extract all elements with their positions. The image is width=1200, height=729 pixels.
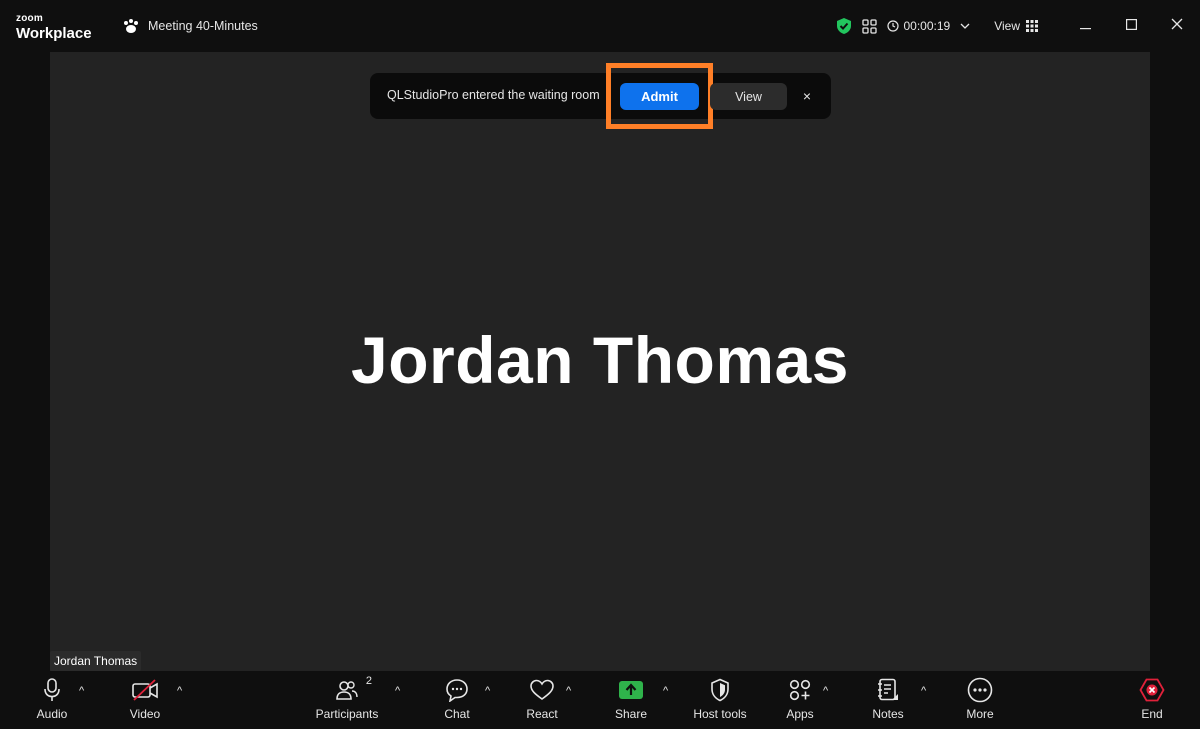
apps-label: Apps	[786, 707, 814, 721]
notes-icon	[877, 678, 899, 707]
apps-button[interactable]: Apps	[780, 679, 820, 727]
view-waiting-room-button[interactable]: View	[710, 83, 787, 110]
more-button[interactable]: More	[960, 677, 1000, 727]
chat-icon	[445, 678, 469, 707]
end-icon	[1139, 678, 1165, 707]
close-notification-button[interactable]: ×	[796, 85, 818, 107]
video-stage: Jordan Thomas	[50, 52, 1150, 671]
clock-icon	[887, 20, 900, 32]
close-icon	[1171, 17, 1183, 35]
participant-display-name: Jordan Thomas	[351, 323, 849, 397]
chat-button[interactable]: Chat	[440, 678, 474, 727]
security-shield-icon[interactable]	[836, 17, 852, 35]
more-label: More	[966, 707, 994, 721]
share-label: Share	[614, 707, 648, 721]
react-options-caret[interactable]: ^	[566, 685, 571, 697]
view-layout-label: View	[994, 19, 1020, 33]
audio-button[interactable]: Audio	[32, 677, 72, 727]
minimize-button[interactable]	[1062, 0, 1108, 52]
participants-options-caret[interactable]: ^	[395, 685, 400, 697]
more-icon	[967, 677, 993, 708]
notes-button[interactable]: Notes	[868, 678, 908, 727]
participants-icon	[336, 680, 358, 705]
heart-icon	[529, 679, 555, 706]
microphone-icon	[43, 677, 61, 707]
admit-highlight-box	[606, 63, 713, 129]
participants-button[interactable]: 2 Participants	[314, 675, 380, 727]
logo-text-top: zoom	[16, 13, 43, 24]
chat-options-caret[interactable]: ^	[485, 685, 490, 697]
video-options-caret[interactable]: ^	[177, 685, 182, 697]
react-button[interactable]: React	[523, 679, 561, 727]
title-bar: zoom Workplace Meeting 40-Minutes 00:00:…	[0, 0, 1200, 52]
participants-count: 2	[365, 675, 372, 687]
meeting-toolbar: Audio ^ Video ^ 2 Participants ^ Chat ^ …	[0, 671, 1200, 729]
meeting-grid-icon[interactable]	[862, 18, 878, 34]
share-options-caret[interactable]: ^	[663, 685, 668, 697]
host-tools-label: Host tools	[693, 707, 747, 721]
meeting-paw-icon	[122, 18, 140, 34]
logo-text-bottom: Workplace	[16, 25, 92, 42]
react-label: React	[526, 707, 558, 721]
waiting-room-notification: QLStudioPro entered the waiting room Adm…	[370, 63, 831, 129]
audio-options-caret[interactable]: ^	[79, 685, 84, 697]
minimize-icon	[1079, 17, 1091, 35]
end-label: End	[1141, 707, 1163, 721]
audio-label: Audio	[36, 707, 68, 721]
meeting-info[interactable]: Meeting 40-Minutes	[122, 18, 258, 34]
video-off-icon	[131, 678, 159, 706]
meeting-timer[interactable]: 00:00:19	[887, 19, 970, 33]
notes-options-caret[interactable]: ^	[921, 685, 926, 697]
meeting-title: Meeting 40-Minutes	[148, 19, 258, 33]
share-button[interactable]: Share	[612, 679, 650, 727]
host-tools-shield-icon	[710, 678, 730, 707]
grid-view-icon	[1026, 20, 1038, 32]
share-screen-icon	[618, 679, 644, 706]
chevron-down-icon	[960, 23, 970, 29]
host-tools-button[interactable]: Host tools	[690, 678, 750, 727]
close-window-button[interactable]	[1154, 0, 1200, 52]
notification-message: QLStudioPro entered the waiting room	[387, 88, 600, 102]
apps-icon	[788, 678, 812, 707]
participants-label: Participants	[315, 707, 379, 721]
end-meeting-button[interactable]: End	[1134, 678, 1170, 727]
maximize-icon	[1125, 17, 1137, 35]
maximize-button[interactable]	[1108, 0, 1154, 52]
notes-label: Notes	[872, 707, 904, 721]
apps-options-caret[interactable]: ^	[823, 685, 828, 697]
timer-text: 00:00:19	[903, 19, 951, 33]
view-layout-button[interactable]: View	[994, 19, 1038, 33]
participant-name-tag: Jordan Thomas	[50, 651, 142, 671]
chat-label: Chat	[444, 707, 470, 721]
zoom-logo: zoom Workplace	[16, 13, 92, 42]
video-button[interactable]: Video	[124, 678, 166, 727]
video-label: Video	[129, 707, 161, 721]
